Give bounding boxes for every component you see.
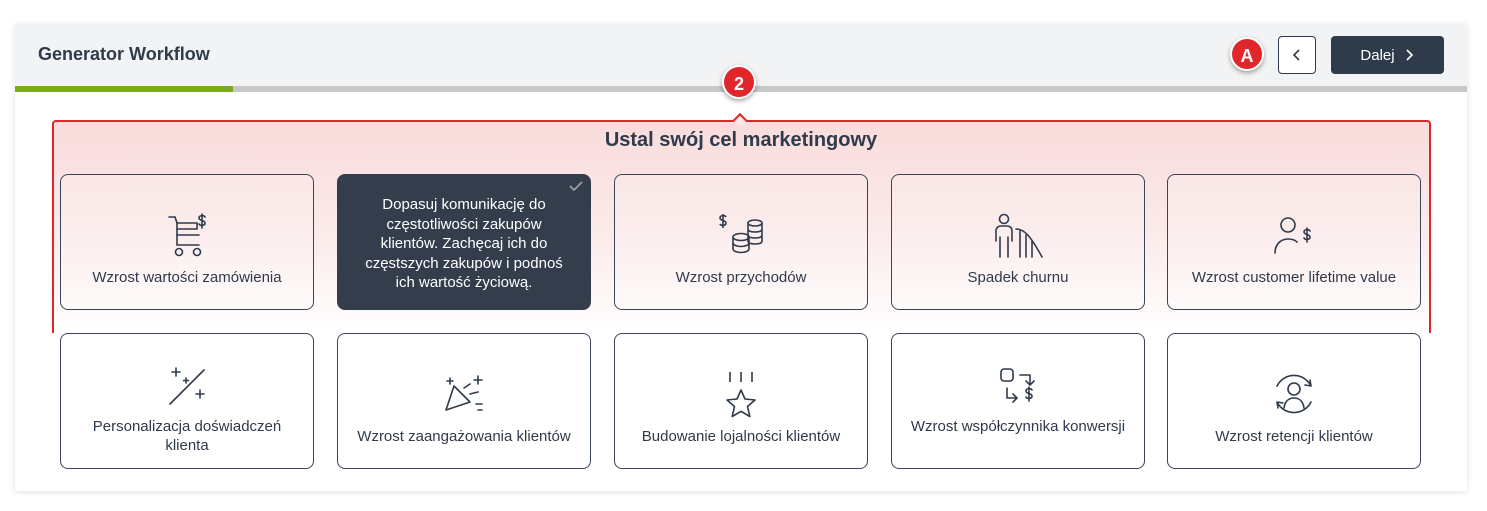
page-title: Generator Workflow [38,44,210,64]
conversion-icon [1000,368,1035,403]
party-popper-icon [445,375,483,411]
coins-dollar-icon [719,214,763,254]
next-button-label: Dalej [1360,46,1395,64]
star-icon [726,372,756,418]
goal-card-loyalty[interactable]: Budowanie lojalności klientów [614,333,868,469]
goal-card-label: Budowanie lojalności klientów [641,428,841,445]
goal-card-retention[interactable]: Wzrost retencji klientów [1167,333,1421,469]
chevron-right-icon [1406,49,1413,61]
goal-card-churn[interactable]: Spadek churnu [891,174,1145,310]
goal-card-label: Personalizacja doświadczeń klienta [92,418,282,454]
cart-dollar-icon [168,213,206,257]
user-refresh-icon [1276,374,1312,414]
back-button[interactable] [1278,36,1316,74]
goal-card-label: Wzrost customer lifetime value [1191,269,1397,286]
person-decline-icon [995,213,1043,258]
annotation-badge-step: 2 [722,65,756,99]
goal-card-label: Spadek churnu [967,269,1069,286]
progress-fill [15,86,233,92]
goal-card-label: Wzrost przychodów [675,269,807,286]
goal-card-purchase-frequency[interactable]: Dopasuj komunikację do częstotliwości za… [337,174,591,310]
magic-wand-icon [169,367,205,405]
goal-card-description: Dopasuj komunikację do częstotliwości za… [365,196,563,291]
next-button[interactable]: Dalej [1331,36,1444,74]
goal-card-order-value[interactable]: Wzrost wartości zamówienia [60,174,314,310]
goal-card-label: Wzrost zaangażowania klientów [357,428,571,445]
section-title: Ustal swój cel marketingowy [604,129,878,151]
checkmark-icon [569,181,583,192]
workflow-panel: Generator Workflow A Dalej 2 Ustal swój … [15,24,1467,491]
goal-card-conversion[interactable]: Wzrost współczynnika konwersji [891,333,1145,469]
goal-card-clv[interactable]: Wzrost customer lifetime value [1167,174,1421,310]
goal-card-revenue[interactable]: Wzrost przychodów [614,174,868,310]
user-dollar-icon [1274,217,1311,254]
goal-card-personalization[interactable]: Personalizacja doświadczeń klienta [60,333,314,469]
chevron-left-icon [1292,49,1300,61]
goal-card-label: Wzrost wartości zamówienia [92,269,282,286]
annotation-badge-a: A [1230,37,1264,71]
goal-card-label: Wzrost retencji klientów [1215,428,1373,445]
goal-card-engagement[interactable]: Wzrost zaangażowania klientów [337,333,591,469]
goal-card-label: Wzrost współczynnika konwersji [910,418,1126,435]
